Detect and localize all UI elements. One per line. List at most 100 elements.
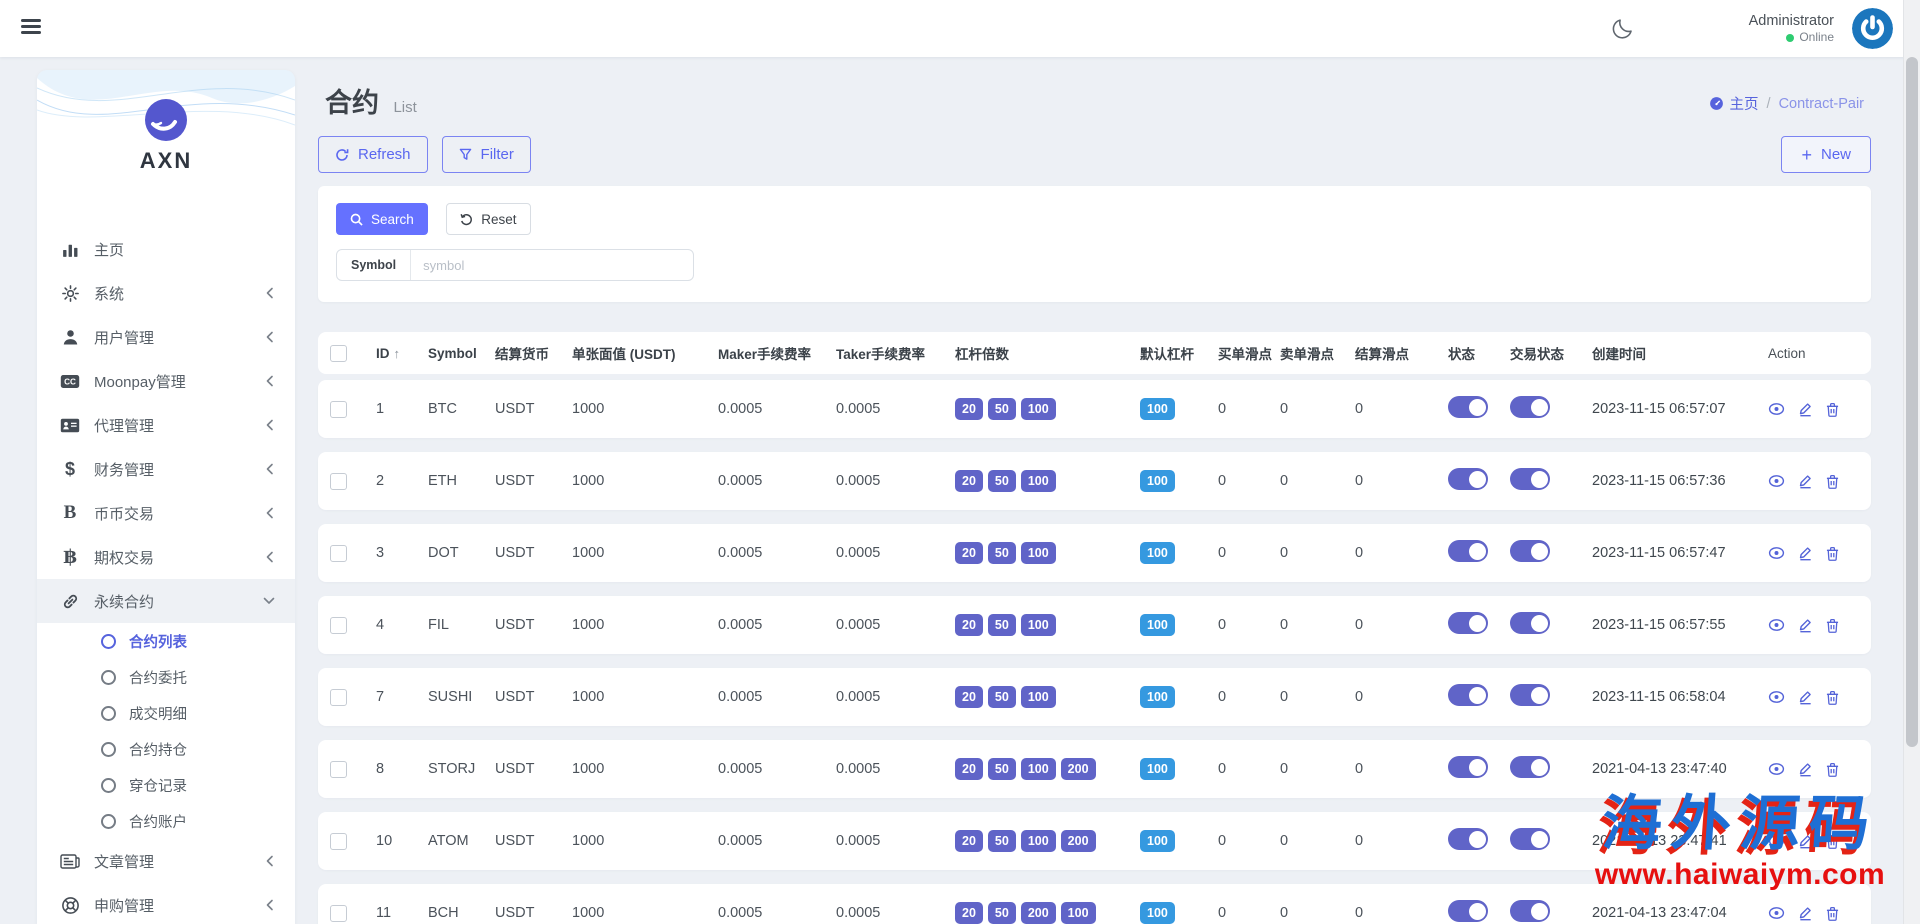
row-checkbox[interactable] <box>330 401 347 418</box>
sidebar-item-9[interactable]: 永续合约 <box>37 579 295 623</box>
trade-status-toggle[interactable] <box>1510 756 1550 778</box>
leverage-badge: 100 <box>1021 542 1056 564</box>
row-checkbox[interactable] <box>330 473 347 490</box>
status-toggle[interactable] <box>1448 612 1488 634</box>
sidebar-subitem-4[interactable]: 合约持仓 <box>37 731 295 767</box>
refresh-button[interactable]: Refresh <box>318 136 428 173</box>
status-toggle[interactable] <box>1448 828 1488 850</box>
cell-sell-slippage: 0 <box>1280 761 1355 777</box>
filter-button[interactable]: Filter <box>442 136 531 173</box>
select-all-checkbox[interactable] <box>330 345 347 362</box>
breadcrumb-current[interactable]: Contract-Pair <box>1779 96 1864 112</box>
sidebar-item-5[interactable]: 代理管理 <box>37 403 295 447</box>
leverage-badge: 50 <box>988 398 1016 420</box>
delete-button[interactable] <box>1826 546 1839 561</box>
cell-sell-slippage: 0 <box>1280 401 1355 417</box>
row-checkbox[interactable] <box>330 617 347 634</box>
edit-button[interactable] <box>1798 690 1813 705</box>
view-button[interactable] <box>1768 762 1785 776</box>
row-checkbox[interactable] <box>330 545 347 562</box>
cell-actions <box>1768 402 1871 417</box>
view-button[interactable] <box>1768 402 1785 416</box>
sort-ascending-icon[interactable]: ↑ <box>394 346 401 361</box>
cell-maker-fee: 0.0005 <box>718 617 836 633</box>
user-menu[interactable]: Administrator Online <box>1749 12 1834 45</box>
edit-button[interactable] <box>1798 834 1813 849</box>
delete-button[interactable] <box>1826 906 1839 921</box>
edit-button[interactable] <box>1798 762 1813 777</box>
view-button[interactable] <box>1768 690 1785 704</box>
delete-button[interactable] <box>1826 762 1839 777</box>
delete-button[interactable] <box>1826 834 1839 849</box>
sidebar-subitem-6[interactable]: 合约账户 <box>37 803 295 839</box>
status-toggle[interactable] <box>1448 900 1488 922</box>
cell-taker-fee: 0.0005 <box>836 617 955 633</box>
chevron-left-icon <box>265 551 275 563</box>
column-header-1[interactable]: ID↑ <box>376 346 428 361</box>
row-checkbox[interactable] <box>330 761 347 778</box>
status-toggle[interactable] <box>1448 756 1488 778</box>
cell-settle-slippage: 0 <box>1355 689 1448 705</box>
cell-leverages: 2050100 <box>955 470 1140 492</box>
edit-button[interactable] <box>1798 402 1813 417</box>
symbol-input[interactable] <box>411 258 693 273</box>
delete-button[interactable] <box>1826 474 1839 489</box>
row-checkbox[interactable] <box>330 833 347 850</box>
status-toggle[interactable] <box>1448 396 1488 418</box>
scrollbar-thumb[interactable] <box>1906 57 1918 747</box>
sidebar-item-1[interactable]: 主页 <box>37 227 295 271</box>
menu-toggle-icon[interactable] <box>21 19 41 37</box>
status-toggle[interactable] <box>1448 684 1488 706</box>
cell-sell-slippage: 0 <box>1280 689 1355 705</box>
sidebar-subitem-2[interactable]: 合约委托 <box>37 659 295 695</box>
reset-button[interactable]: Reset <box>446 203 530 235</box>
view-button[interactable] <box>1768 906 1785 920</box>
table-row: 1BTCUSDT10000.00050.00052050100100000202… <box>318 380 1871 438</box>
sidebar-subitem-5[interactable]: 穿仓记录 <box>37 767 295 803</box>
sidebar-item-7[interactable]: B币币交易 <box>37 491 295 535</box>
sidebar-item-10[interactable]: 文章管理 <box>37 839 295 883</box>
cell-currency: USDT <box>495 905 572 921</box>
page-subtitle: List <box>393 99 416 116</box>
edit-button[interactable] <box>1798 474 1813 489</box>
sidebar-item-8[interactable]: ฿期权交易 <box>37 535 295 579</box>
chevron-left-icon <box>265 507 275 519</box>
leverage-badge: 20 <box>955 830 983 852</box>
view-button[interactable] <box>1768 474 1785 488</box>
breadcrumb-home[interactable]: 主页 <box>1709 93 1759 114</box>
status-toggle[interactable] <box>1448 468 1488 490</box>
sidebar-item-4[interactable]: CCMoonpay管理 <box>37 359 295 403</box>
cell-status <box>1448 900 1510 924</box>
edit-button[interactable] <box>1798 546 1813 561</box>
delete-button[interactable] <box>1826 618 1839 633</box>
new-button[interactable]: + New <box>1781 136 1871 173</box>
delete-button[interactable] <box>1826 690 1839 705</box>
status-toggle[interactable] <box>1448 540 1488 562</box>
sidebar-subitem-3[interactable]: 成交明细 <box>37 695 295 731</box>
delete-button[interactable] <box>1826 402 1839 417</box>
trade-status-toggle[interactable] <box>1510 612 1550 634</box>
edit-button[interactable] <box>1798 906 1813 921</box>
row-checkbox[interactable] <box>330 905 347 922</box>
trade-status-toggle[interactable] <box>1510 900 1550 922</box>
sidebar-item-3[interactable]: 用户管理 <box>37 315 295 359</box>
view-button[interactable] <box>1768 546 1785 560</box>
trade-status-toggle[interactable] <box>1510 468 1550 490</box>
scrollbar-track[interactable] <box>1903 0 1920 924</box>
sidebar-item-11[interactable]: 申购管理 <box>37 883 295 924</box>
view-button[interactable] <box>1768 618 1785 632</box>
column-header-5: Maker手续费率 <box>718 343 836 363</box>
sidebar-item-6[interactable]: $财务管理 <box>37 447 295 491</box>
trade-status-toggle[interactable] <box>1510 540 1550 562</box>
view-button[interactable] <box>1768 834 1785 848</box>
dark-mode-icon[interactable] <box>1610 16 1635 41</box>
trade-status-toggle[interactable] <box>1510 396 1550 418</box>
search-button[interactable]: Search <box>336 203 428 235</box>
sidebar-subitem-1[interactable]: 合约列表 <box>37 623 295 659</box>
trade-status-toggle[interactable] <box>1510 828 1550 850</box>
sidebar-item-2[interactable]: 系统 <box>37 271 295 315</box>
edit-button[interactable] <box>1798 618 1813 633</box>
row-checkbox[interactable] <box>330 689 347 706</box>
avatar[interactable] <box>1852 8 1893 49</box>
trade-status-toggle[interactable] <box>1510 684 1550 706</box>
